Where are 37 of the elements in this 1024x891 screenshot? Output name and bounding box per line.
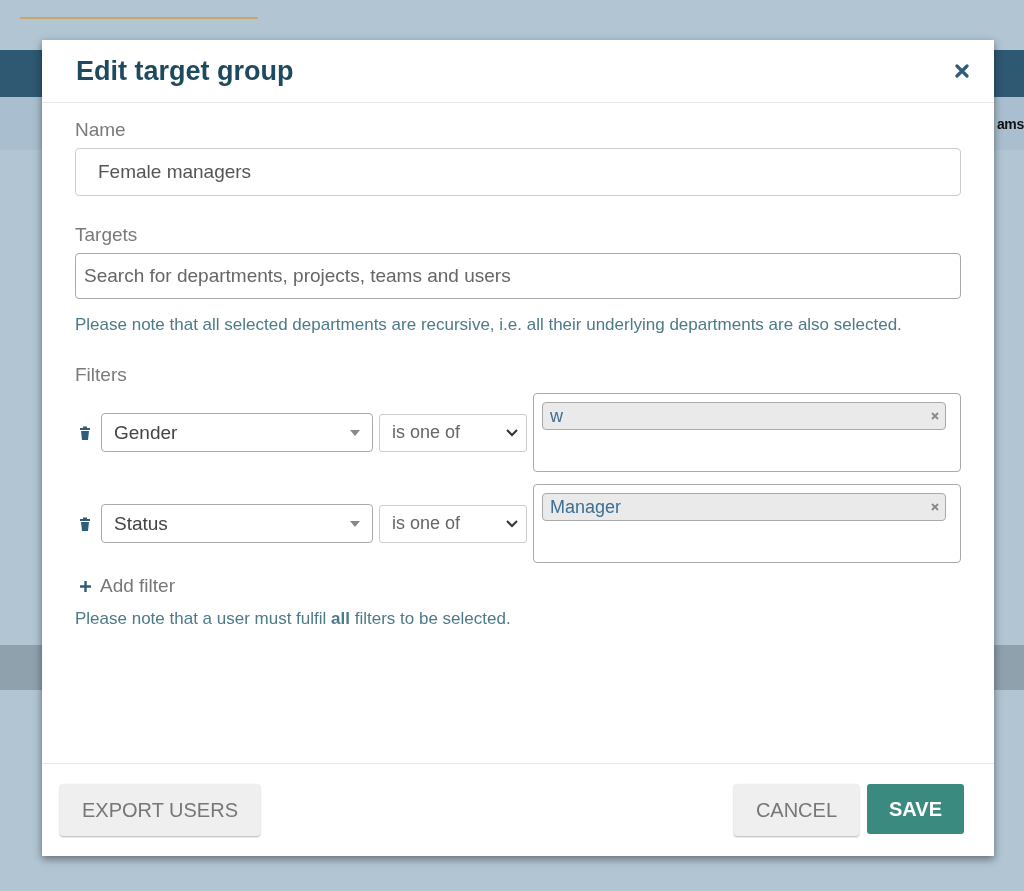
operator-dropdown[interactable]: is one of: [379, 413, 527, 452]
plus-icon: [80, 580, 91, 592]
dropdown-value: is one of: [392, 513, 461, 534]
attribute-dropdown[interactable]: Status: [101, 504, 373, 543]
column-header: ams: [996, 115, 1024, 132]
action-button[interactable]: EXPORT USERS: [60, 784, 260, 836]
dropdown-value: Status: [114, 512, 168, 535]
caret-icon: [350, 429, 360, 436]
name-field[interactable]: Female managers: [75, 148, 961, 196]
caret-icon: [350, 520, 360, 527]
dropdown-value: is one of: [392, 422, 461, 443]
value-tag[interactable]: Manager: [542, 493, 946, 521]
operator-dropdown[interactable]: is one of: [379, 504, 527, 543]
trash-icon[interactable]: [79, 516, 91, 531]
chevron-icon: [506, 519, 518, 528]
remove-icon[interactable]: [931, 503, 939, 511]
attribute-dropdown[interactable]: Gender: [101, 413, 373, 452]
help-text: Please note that all selected departments are recursive, i.e. all their underlying departments are also selected.: [75, 314, 903, 336]
tag-label: w: [550, 405, 563, 427]
trash-icon[interactable]: [79, 425, 91, 440]
tag-field[interactable]: Manager: [533, 484, 961, 563]
search-field[interactable]: Search for departments, projects, teams and users: [75, 253, 961, 299]
help-text: Please note that a user must fulfil all filters to be selected.: [75, 608, 512, 630]
value-tag[interactable]: w: [542, 402, 946, 430]
field-label: Targets: [75, 224, 139, 246]
remove-icon[interactable]: [931, 412, 939, 420]
save-button[interactable]: SAVE: [867, 784, 964, 834]
close-icon[interactable]: [955, 64, 969, 78]
action-button[interactable]: CANCEL: [733, 784, 859, 836]
field-label: Name: [75, 119, 127, 141]
tag-field[interactable]: w: [533, 393, 961, 472]
dropdown-value: Gender: [114, 421, 178, 444]
add-filter-button[interactable]: Add filter: [80, 575, 175, 597]
tag-label: Manager: [550, 496, 622, 518]
field-label: Filters: [75, 364, 128, 386]
dialog-title: Edit target group: [76, 55, 294, 87]
chevron-icon: [506, 428, 518, 437]
